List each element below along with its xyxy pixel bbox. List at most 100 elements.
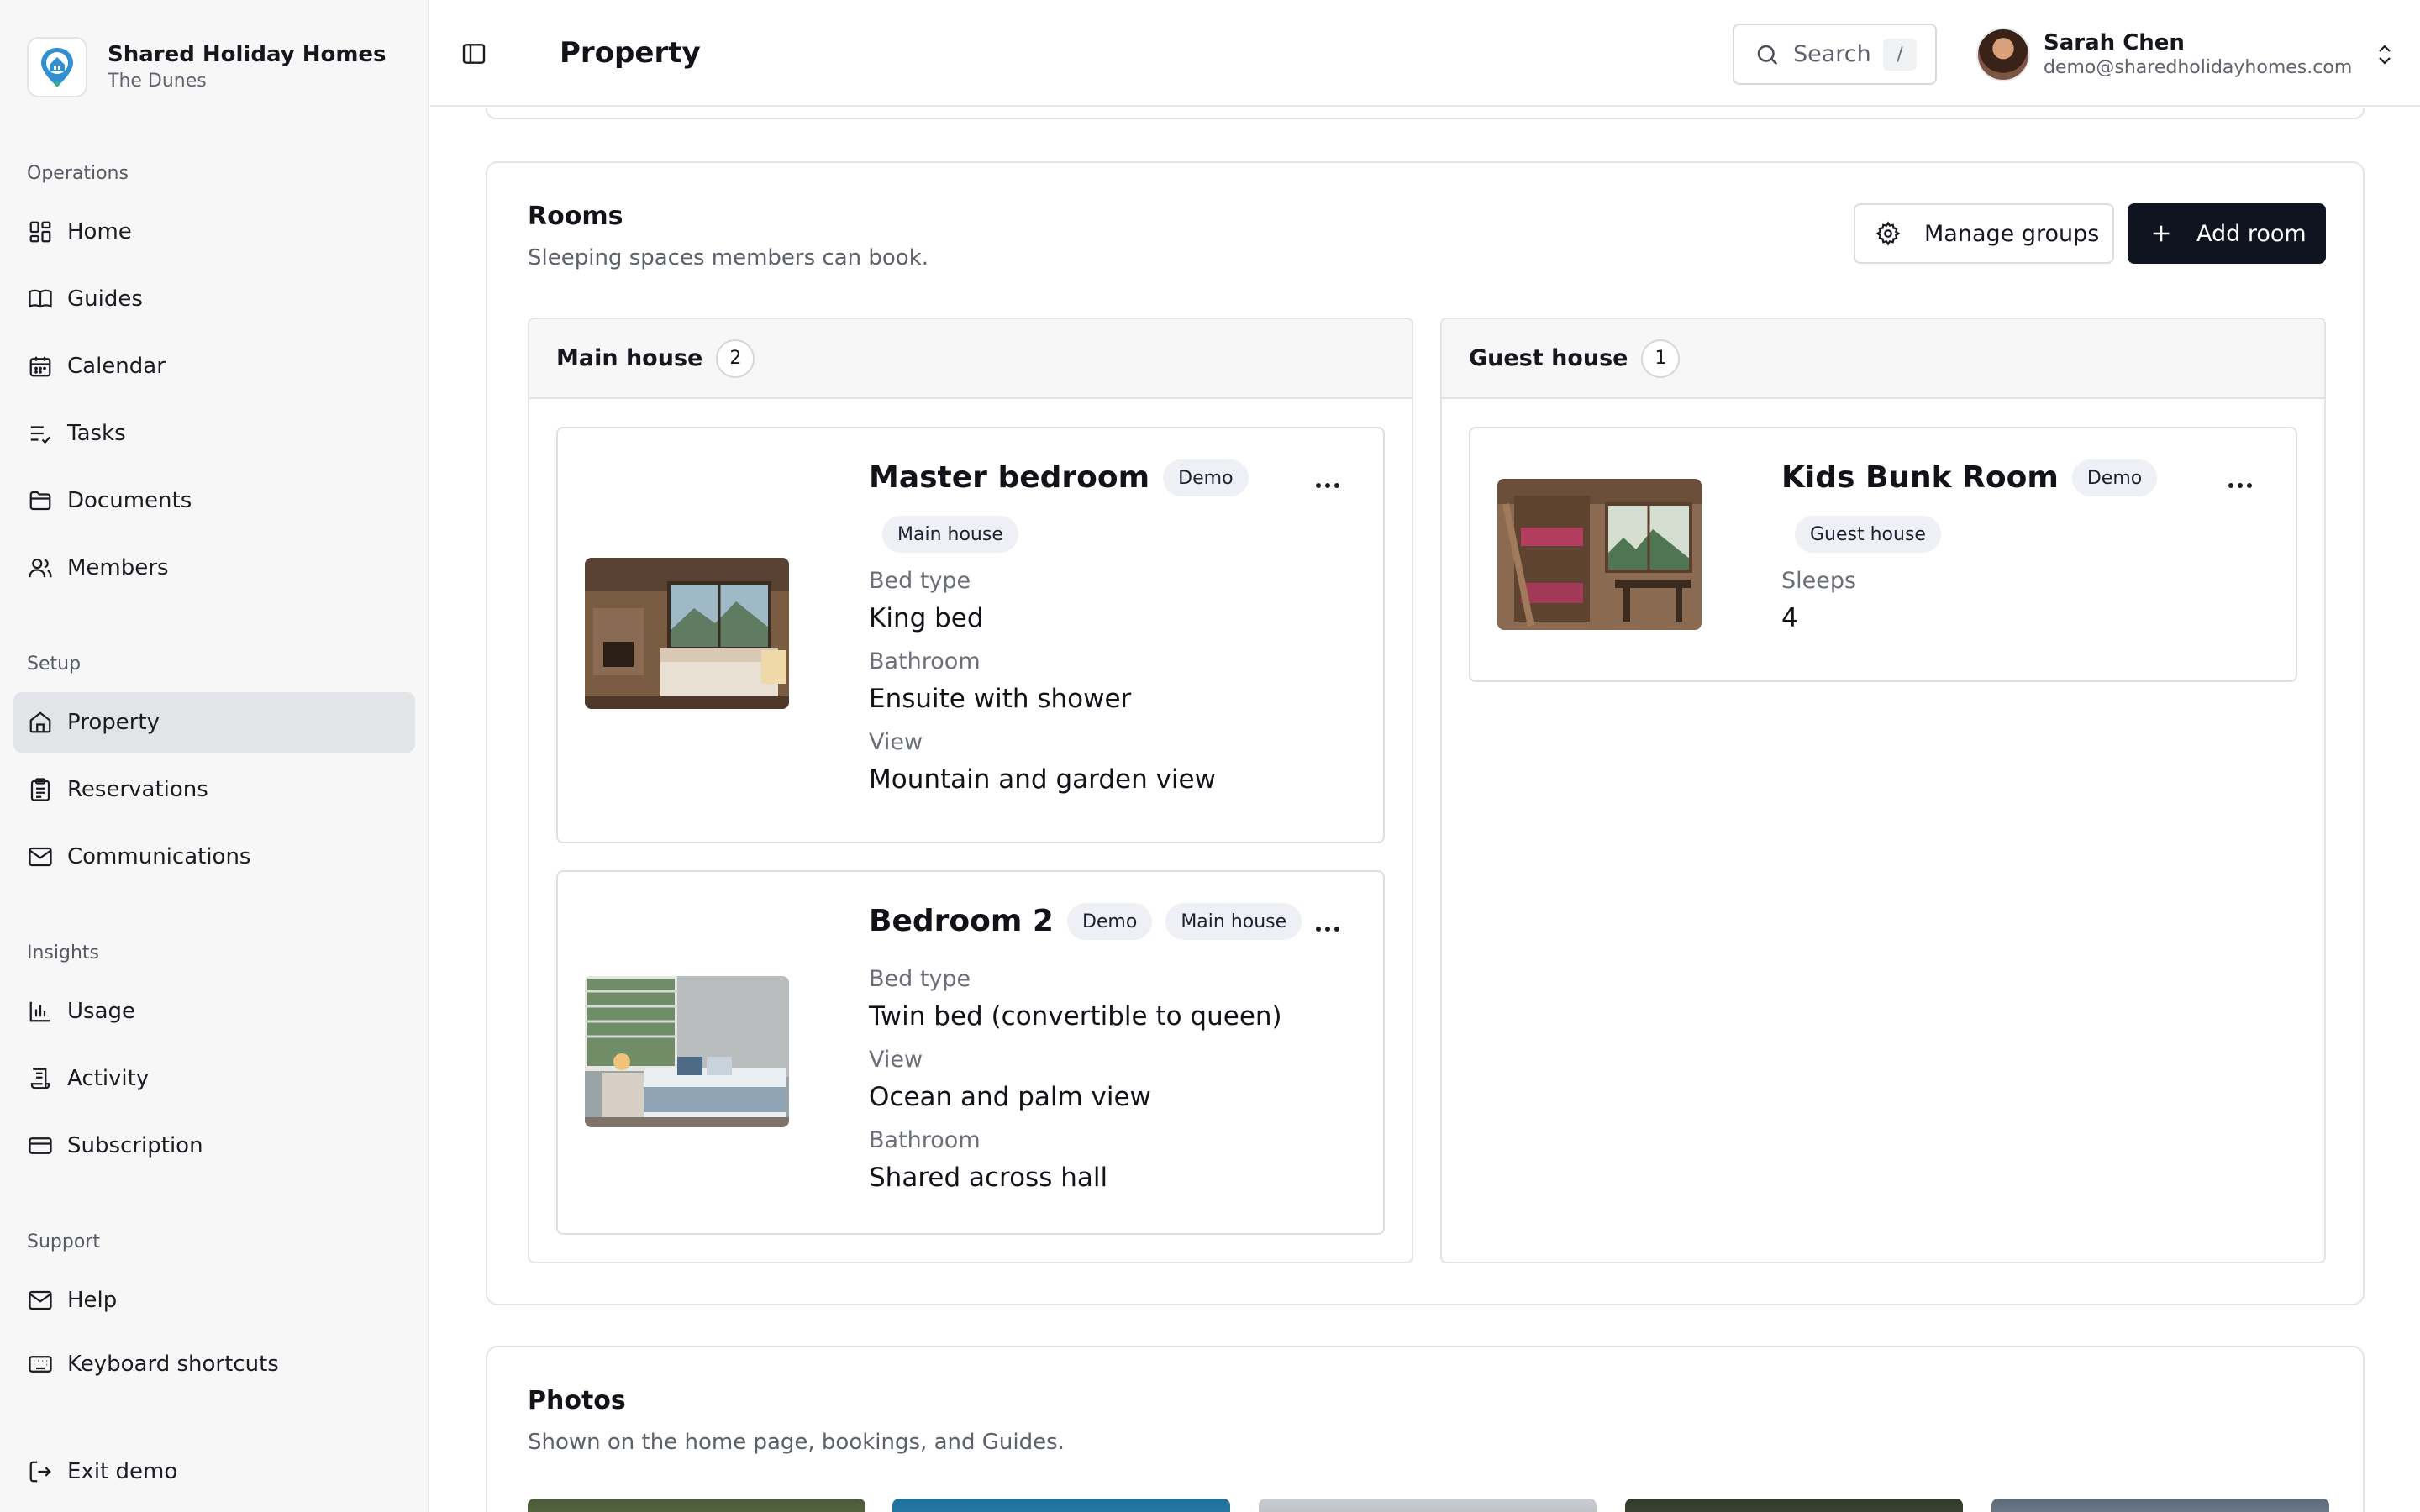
sidebar-item-documents[interactable]: Documents — [13, 470, 415, 531]
group-tag: Guest house — [1795, 516, 1941, 553]
field-value: Twin bed (convertible to queen) — [869, 1001, 1282, 1032]
user-name: Sarah Chen — [2044, 30, 2185, 55]
room-card-master-bedroom[interactable]: Master bedroom Demo Main house Bed type … — [556, 427, 1385, 843]
group-tag: Main house — [1165, 903, 1302, 940]
field-label: Bed type — [869, 568, 971, 594]
nav-group-insights: Insights — [27, 942, 100, 963]
sidebar-item-communications[interactable]: Communications — [13, 827, 415, 887]
gallery-photo[interactable] — [1991, 1499, 2329, 1512]
sidebar-item-subscription[interactable]: Subscription — [13, 1116, 415, 1176]
nav-group-setup: Setup — [27, 654, 82, 675]
field-label: View — [869, 729, 923, 755]
field-value: Ensuite with shower — [869, 684, 1132, 714]
brand-logo-icon — [27, 37, 87, 97]
room-group-name: Main house — [556, 345, 703, 371]
search-shortcut-key: / — [1883, 39, 1917, 71]
gallery-photo[interactable] — [528, 1499, 865, 1512]
more-horizontal-icon — [1316, 483, 1339, 488]
plus-icon — [2153, 225, 2170, 242]
field-label: Bed type — [869, 966, 971, 992]
sidebar-item-label: Members — [67, 555, 169, 580]
folder-icon — [27, 487, 54, 514]
app-window: Shared Holiday Homes The Dunes Operation… — [0, 0, 2420, 1512]
bar-chart-icon — [27, 998, 54, 1025]
gallery-photo[interactable] — [892, 1499, 1230, 1512]
room-title-row: Kids Bunk Room Demo — [1781, 459, 2158, 497]
dashboard-icon — [27, 218, 54, 245]
gear-icon — [1876, 221, 1901, 246]
field-label: Sleeps — [1781, 568, 1857, 594]
room-group-guest-house: Guest house 1 Kids Bunk Room Demo Guest … — [1440, 318, 2326, 1263]
toggle-sidebar-button[interactable] — [457, 37, 491, 71]
field-label: View — [869, 1047, 923, 1073]
field-label: Bathroom — [869, 1127, 981, 1153]
photos-section: Photos Shown on the home page, bookings,… — [486, 1346, 2365, 1512]
users-icon — [27, 554, 54, 581]
add-room-button[interactable]: Add room — [2128, 203, 2326, 264]
house-icon — [27, 709, 54, 736]
sidebar-item-property[interactable]: Property — [13, 692, 415, 753]
sidebar-item-label: Calendar — [67, 354, 166, 379]
sidebar-item-keyboard-shortcuts[interactable]: Keyboard shortcuts — [13, 1334, 415, 1394]
room-name: Bedroom 2 — [869, 904, 1054, 938]
tasks-icon — [27, 420, 54, 447]
manage-groups-label: Manage groups — [1924, 220, 2100, 247]
chevron-up-down-icon — [2373, 40, 2396, 69]
sidebar-item-home[interactable]: Home — [13, 202, 415, 262]
sidebar-item-label: Property — [67, 710, 160, 735]
photos-subtitle: Shown on the home page, bookings, and Gu… — [528, 1430, 1065, 1455]
calendar-icon — [27, 353, 54, 380]
exit-demo-label: Exit demo — [67, 1459, 178, 1484]
sidebar-item-calendar[interactable]: Calendar — [13, 336, 415, 396]
main-content[interactable]: Rooms Sleeping spaces members can book. … — [430, 108, 2420, 1512]
sidebar: Shared Holiday Homes The Dunes Operation… — [0, 0, 429, 1512]
nav-group-operations: Operations — [27, 163, 129, 184]
sidebar-item-tasks[interactable]: Tasks — [13, 403, 415, 464]
more-options-button[interactable] — [2220, 469, 2260, 502]
gallery-photo[interactable] — [1625, 1499, 1963, 1512]
more-options-button[interactable] — [1307, 469, 1348, 502]
user-menu[interactable]: Sarah Chen demo@sharedholidayhomes.com — [1976, 24, 2396, 86]
sidebar-item-label: Activity — [67, 1066, 150, 1091]
logout-icon — [27, 1458, 54, 1485]
sidebar-item-members[interactable]: Members — [13, 538, 415, 598]
field-value: 4 — [1781, 603, 1798, 633]
room-group-header[interactable]: Main house 2 — [529, 319, 1412, 399]
mail-icon — [27, 843, 54, 870]
keyboard-icon — [27, 1351, 54, 1378]
manage-groups-button[interactable]: Manage groups — [1854, 203, 2114, 264]
clipboard-icon — [27, 776, 54, 803]
sidebar-item-activity[interactable]: Activity — [13, 1048, 415, 1109]
sidebar-item-label: Home — [67, 219, 132, 244]
more-options-button[interactable] — [1307, 912, 1348, 946]
top-header: Property Search / Sarah Chen demo@shared… — [430, 0, 2420, 107]
sidebar-item-reservations[interactable]: Reservations — [13, 759, 415, 820]
sidebar-item-help[interactable]: Help — [13, 1270, 415, 1331]
sidebar-item-label: Subscription — [67, 1133, 203, 1158]
sidebar-item-guides[interactable]: Guides — [13, 269, 415, 329]
demo-badge: Demo — [2071, 459, 2158, 496]
sidebar-item-label: Guides — [67, 286, 143, 312]
room-name: Kids Bunk Room — [1781, 460, 2059, 495]
rooms-title: Rooms — [528, 202, 623, 231]
room-card-kids-bunk-room[interactable]: Kids Bunk Room Demo Guest house Sleeps 4 — [1469, 427, 2297, 682]
field-value: Shared across hall — [869, 1163, 1108, 1193]
room-title-row: Bedroom 2 Demo Main house — [869, 902, 1302, 941]
room-photo-master-bedroom — [585, 558, 789, 709]
room-group-main-house: Main house 2 Master bedroom Demo Main ho… — [528, 318, 1413, 1263]
group-tag: Main house — [882, 516, 1018, 553]
brand-subtitle: The Dunes — [108, 71, 207, 92]
room-group-header[interactable]: Guest house 1 — [1442, 319, 2324, 399]
brand[interactable]: Shared Holiday Homes The Dunes — [27, 37, 387, 97]
field-value: Mountain and garden view — [869, 764, 1216, 795]
search-input[interactable]: Search / — [1733, 24, 1937, 85]
brand-name: Shared Holiday Homes — [108, 42, 387, 67]
gallery-photo[interactable] — [1259, 1499, 1597, 1512]
sidebar-item-label: Usage — [67, 999, 136, 1024]
room-count-badge: 2 — [716, 339, 755, 378]
room-card-bedroom-2[interactable]: Bedroom 2 Demo Main house Bed type Twin … — [556, 870, 1385, 1235]
field-value: King bed — [869, 603, 984, 633]
exit-demo-button[interactable]: Exit demo — [13, 1441, 415, 1502]
sidebar-item-label: Reservations — [67, 777, 208, 802]
sidebar-item-usage[interactable]: Usage — [13, 981, 415, 1042]
